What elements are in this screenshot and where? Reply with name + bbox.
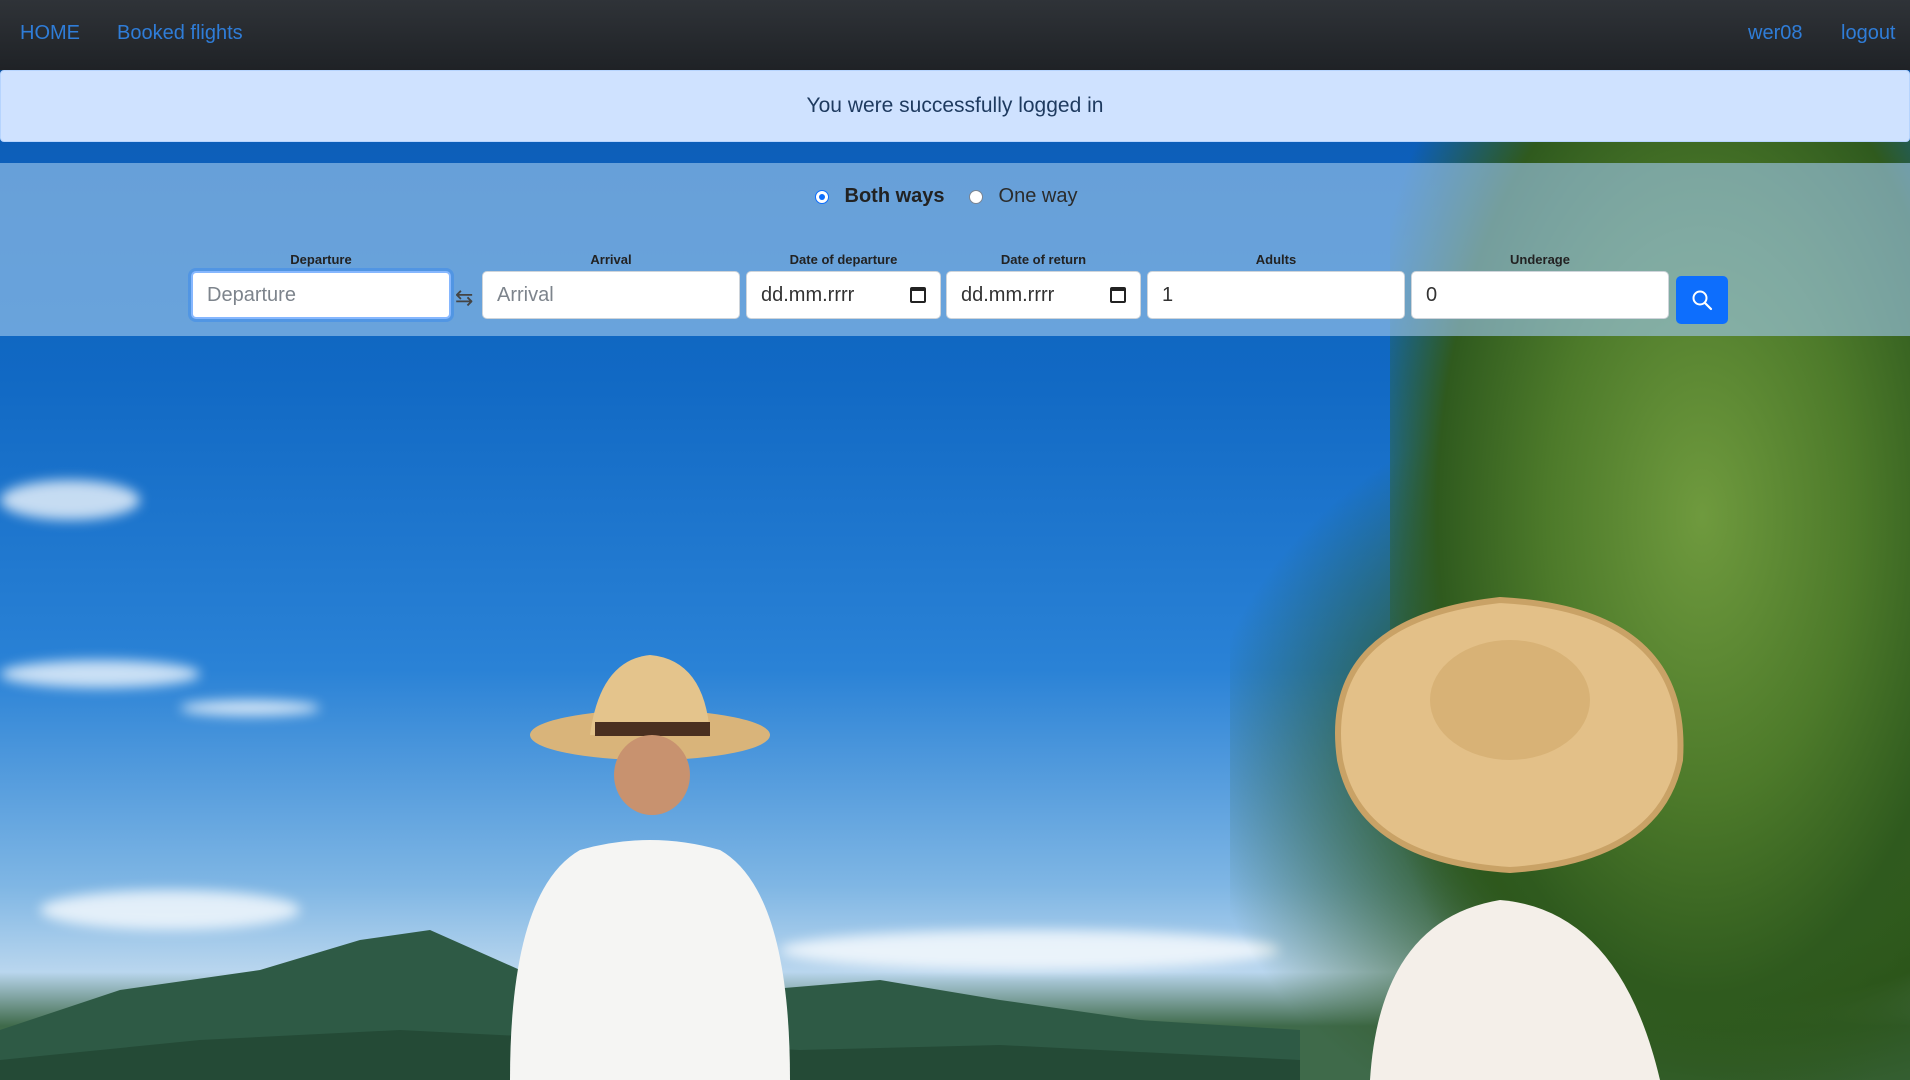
trip-type-selector: Both ways One way: [0, 185, 1910, 208]
departure-date-input[interactable]: dd.mm.rrrr: [746, 271, 941, 319]
search-icon: [1692, 290, 1713, 311]
departure-date-label: Date of departure: [789, 252, 898, 267]
arrival-input[interactable]: Arrival: [482, 271, 740, 319]
one-way-radio[interactable]: [968, 189, 983, 204]
return-date-input[interactable]: dd.mm.rrrr: [946, 271, 1141, 319]
arrival-group: Arrival Arrival: [482, 253, 740, 319]
nav-user-link[interactable]: wer08: [1748, 22, 1802, 45]
nav-booked-flights-link[interactable]: Booked flights: [117, 22, 243, 45]
one-way-label[interactable]: One way: [999, 185, 1078, 208]
adults-input[interactable]: 1: [1147, 271, 1405, 319]
underage-label: Underage: [1510, 252, 1570, 267]
return-date-group: Date of return dd.mm.rrrr: [946, 253, 1141, 319]
return-date-value: dd.mm.rrrr: [961, 283, 1055, 306]
login-success-alert: You were successfully logged in: [0, 70, 1910, 142]
departure-input[interactable]: Departure: [191, 271, 451, 319]
underage-input[interactable]: 0: [1411, 271, 1669, 319]
calendar-icon[interactable]: [1110, 287, 1126, 303]
both-ways-label[interactable]: Both ways: [845, 185, 945, 208]
departure-date-group: Date of departure dd.mm.rrrr: [746, 253, 941, 319]
nav-logout-link[interactable]: logout: [1841, 22, 1896, 45]
background-photo: [0, 0, 1910, 1080]
departure-group: Departure Departure: [191, 253, 451, 319]
alert-message: You were successfully logged in: [806, 94, 1104, 117]
swap-arrows-icon[interactable]: ⇆: [455, 285, 473, 311]
calendar-icon[interactable]: [910, 287, 926, 303]
departure-date-value: dd.mm.rrrr: [761, 283, 855, 306]
top-navbar: HOME Booked flights wer08 logout: [0, 0, 1910, 70]
return-date-label: Date of return: [1000, 252, 1087, 267]
underage-group: Underage 0: [1411, 253, 1669, 319]
both-ways-radio[interactable]: [814, 189, 829, 204]
adults-label: Adults: [1255, 252, 1297, 267]
adults-group: Adults 1: [1147, 253, 1405, 319]
departure-label: Departure: [290, 252, 352, 267]
arrival-label: Arrival: [590, 252, 632, 267]
search-button[interactable]: [1676, 276, 1728, 324]
nav-home-link[interactable]: HOME: [20, 22, 80, 45]
